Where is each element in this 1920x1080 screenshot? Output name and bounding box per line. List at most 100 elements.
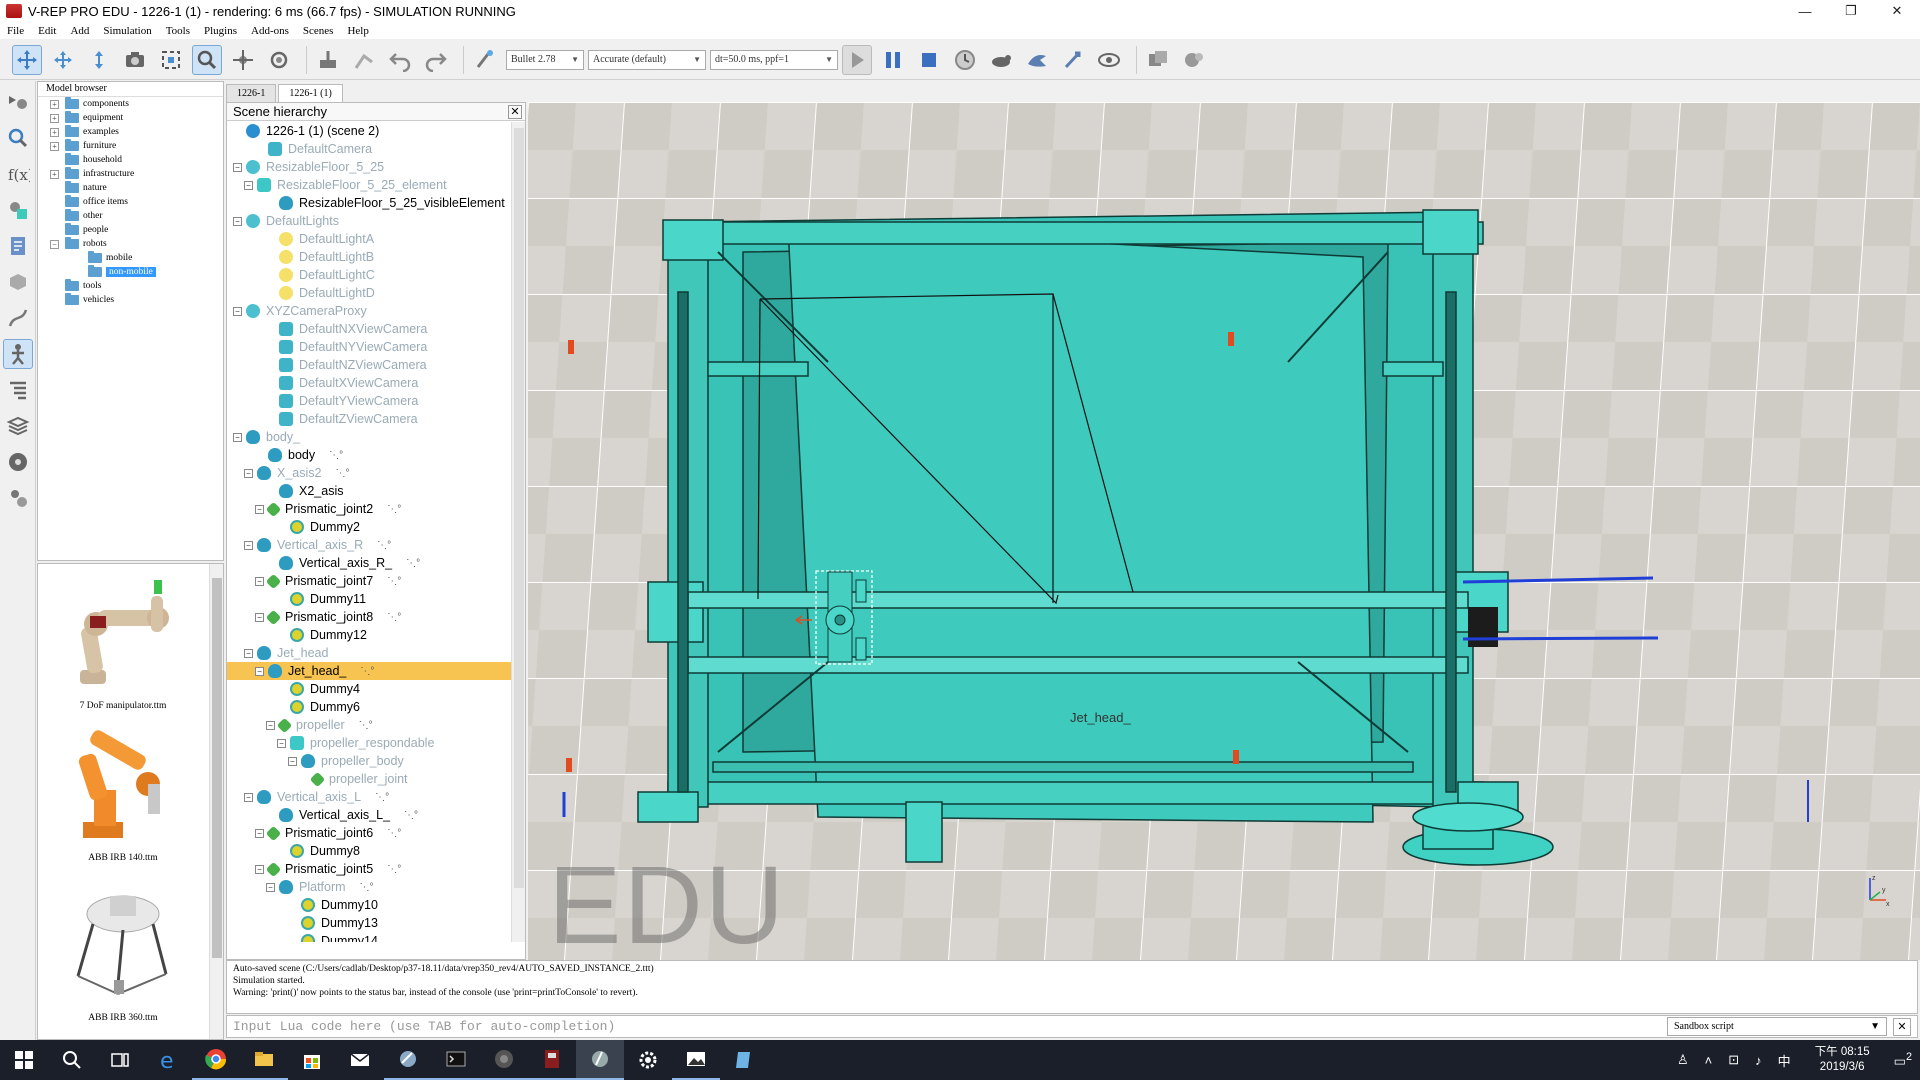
redo-icon[interactable] — [421, 45, 451, 75]
maximize-button[interactable]: ❐ — [1828, 0, 1874, 22]
script-select[interactable]: Sandbox script ▼ — [1667, 1017, 1887, 1036]
pause-icon[interactable] — [878, 45, 908, 75]
scene-object-ResizableFloor_5_25_visibleElement[interactable]: ResizableFloor_5_25_visibleElement — [227, 194, 511, 212]
collapse-icon[interactable]: − — [244, 180, 253, 190]
scene-object-Vertical_axis_L_[interactable]: Vertical_axis_L_ ⋱° — [227, 806, 511, 824]
scene-object-DefaultNYViewCamera[interactable]: DefaultNYViewCamera — [227, 338, 511, 356]
model-thumb[interactable]: 7 DoF manipulator.ttm — [58, 572, 188, 711]
script-icon[interactable]: ⋱° — [387, 612, 401, 623]
photos-icon[interactable] — [672, 1040, 720, 1080]
scene-object-Prismatic_joint6[interactable]: − Prismatic_joint6 ⋱° — [227, 824, 511, 842]
model-folder-mobile[interactable]: mobile — [38, 251, 223, 265]
scene-object-DefaultLightB[interactable]: DefaultLightB — [227, 248, 511, 266]
scene-object-body[interactable]: body ⋱° — [227, 446, 511, 464]
script-icon[interactable]: ⋱° — [360, 882, 374, 893]
people-icon[interactable]: ♙ — [1677, 1052, 1689, 1068]
scene-object-Vertical_axis_L[interactable]: − Vertical_axis_L ⋱° — [227, 788, 511, 806]
volume-icon[interactable]: ♪ — [1755, 1053, 1762, 1068]
model-folder-nature[interactable]: nature — [38, 181, 223, 195]
scene-object-Prismatic_joint7[interactable]: − Prismatic_joint7 ⋱° — [227, 572, 511, 590]
3d-viewport[interactable]: EDU Jet_head_ z y x — [528, 102, 1920, 960]
model-browser-icon[interactable] — [3, 339, 33, 369]
scene-object-Prismatic_joint8[interactable]: − Prismatic_joint8 ⋱° — [227, 608, 511, 626]
mail-icon[interactable] — [336, 1040, 384, 1080]
scene-object-DefaultLightA[interactable]: DefaultLightA — [227, 230, 511, 248]
model-folder-other[interactable]: other — [38, 209, 223, 223]
page-icon[interactable] — [1143, 45, 1173, 75]
scene-object-DefaultNXViewCamera[interactable]: DefaultNXViewCamera — [227, 320, 511, 338]
dynamics-icon[interactable] — [470, 45, 500, 75]
ime-indicator[interactable]: 中 — [1778, 1051, 1791, 1070]
object-rotate-icon[interactable] — [264, 45, 294, 75]
camera-icon[interactable] — [120, 45, 150, 75]
app-icon[interactable] — [528, 1040, 576, 1080]
model-folder-people[interactable]: people — [38, 223, 223, 237]
menu-tools[interactable]: Tools — [159, 25, 197, 37]
collapse-icon[interactable]: − — [233, 162, 242, 172]
script-icon[interactable]: ⋱° — [360, 666, 374, 677]
collapse-icon[interactable]: − — [255, 504, 264, 514]
model-thumb[interactable]: ABB IRB 360.ttm — [58, 884, 188, 1023]
menu-add[interactable]: Add — [63, 25, 96, 37]
collapse-icon[interactable]: − — [255, 666, 264, 676]
scene-object-Dummy8[interactable]: Dummy8 — [227, 842, 511, 860]
collapse-icon[interactable]: − — [288, 756, 297, 766]
collapse-icon[interactable]: − — [233, 432, 242, 442]
collapse-icon[interactable]: − — [255, 828, 264, 838]
scene-object-Dummy14[interactable]: Dummy14 — [227, 932, 511, 942]
scene-object-Dummy12[interactable]: Dummy12 — [227, 626, 511, 644]
accuracy-select[interactable]: Accurate (default) ▼ — [588, 49, 706, 70]
script-icon[interactable]: ⋱° — [387, 828, 401, 839]
blender-icon[interactable] — [480, 1040, 528, 1080]
scene-object-propeller[interactable]: − propeller ⋱° — [227, 716, 511, 734]
task-view-icon[interactable] — [96, 1040, 144, 1080]
scene-object-X_asis2[interactable]: − X_asis2 ⋱° — [227, 464, 511, 482]
realtime-icon[interactable] — [950, 45, 980, 75]
menu-help[interactable]: Help — [340, 25, 375, 37]
script-icon[interactable]: ⋱° — [387, 504, 401, 515]
collapse-icon[interactable]: − — [255, 576, 264, 586]
collapse-icon[interactable]: − — [244, 468, 253, 478]
scene-object-Vertical_axis_R[interactable]: − Vertical_axis_R ⋱° — [227, 536, 511, 554]
scene-object-X2_asis[interactable]: X2_asis — [227, 482, 511, 500]
fast-icon[interactable] — [1022, 45, 1052, 75]
video-recorder-icon[interactable] — [3, 447, 33, 477]
scene-object-body_[interactable]: − body_ — [227, 428, 511, 446]
expand-icon[interactable]: + — [50, 99, 59, 109]
script-icon[interactable]: ⋱° — [406, 558, 420, 569]
menu-simulation[interactable]: Simulation — [96, 25, 158, 37]
close-icon[interactable]: ✕ — [1893, 1017, 1911, 1036]
scene-object-DefaultNZViewCamera[interactable]: DefaultNZViewCamera — [227, 356, 511, 374]
assemble-icon[interactable] — [313, 45, 343, 75]
scene-object-DefaultLightD[interactable]: DefaultLightD — [227, 284, 511, 302]
scene-object-Dummy13[interactable]: Dummy13 — [227, 914, 511, 932]
fit-view-icon[interactable] — [156, 45, 186, 75]
store-icon[interactable] — [288, 1040, 336, 1080]
shift-icon[interactable] — [84, 45, 114, 75]
model-folder-furniture[interactable]: + furniture — [38, 139, 223, 153]
scene-object-propeller_joint[interactable]: propeller_joint — [227, 770, 511, 788]
scene-object-Prismatic_joint5[interactable]: − Prismatic_joint5 ⋱° — [227, 860, 511, 878]
simulation-settings-icon[interactable] — [3, 87, 33, 117]
collapse-icon[interactable]: − — [244, 540, 253, 550]
model-folder-robots[interactable]: − robots — [38, 237, 223, 251]
shape-edit-icon[interactable] — [3, 267, 33, 297]
scene-object-Jet_head[interactable]: − Jet_head — [227, 644, 511, 662]
scene-object-Dummy2[interactable]: Dummy2 — [227, 518, 511, 536]
scene-object-DefaultZViewCamera[interactable]: DefaultZViewCamera — [227, 410, 511, 428]
search-icon[interactable] — [48, 1040, 96, 1080]
script-icon[interactable]: ⋱° — [375, 792, 389, 803]
zoom-icon[interactable] — [3, 123, 33, 153]
scene-object-XYZCameraProxy[interactable]: − XYZCameraProxy — [227, 302, 511, 320]
chrome-icon[interactable] — [192, 1040, 240, 1080]
expand-icon[interactable]: + — [50, 113, 59, 123]
tab-scene-2[interactable]: 1226-1 (1) — [278, 84, 343, 102]
model-folder-vehicles[interactable]: vehicles — [38, 293, 223, 307]
expand-icon[interactable]: + — [50, 127, 59, 137]
close-icon[interactable]: ✕ — [508, 104, 522, 119]
scene-object-Dummy4[interactable]: Dummy4 — [227, 680, 511, 698]
close-button[interactable]: ✕ — [1874, 0, 1920, 22]
layers-icon[interactable] — [3, 411, 33, 441]
thread-icon[interactable] — [1058, 45, 1088, 75]
scene-object-Dummy6[interactable]: Dummy6 — [227, 698, 511, 716]
